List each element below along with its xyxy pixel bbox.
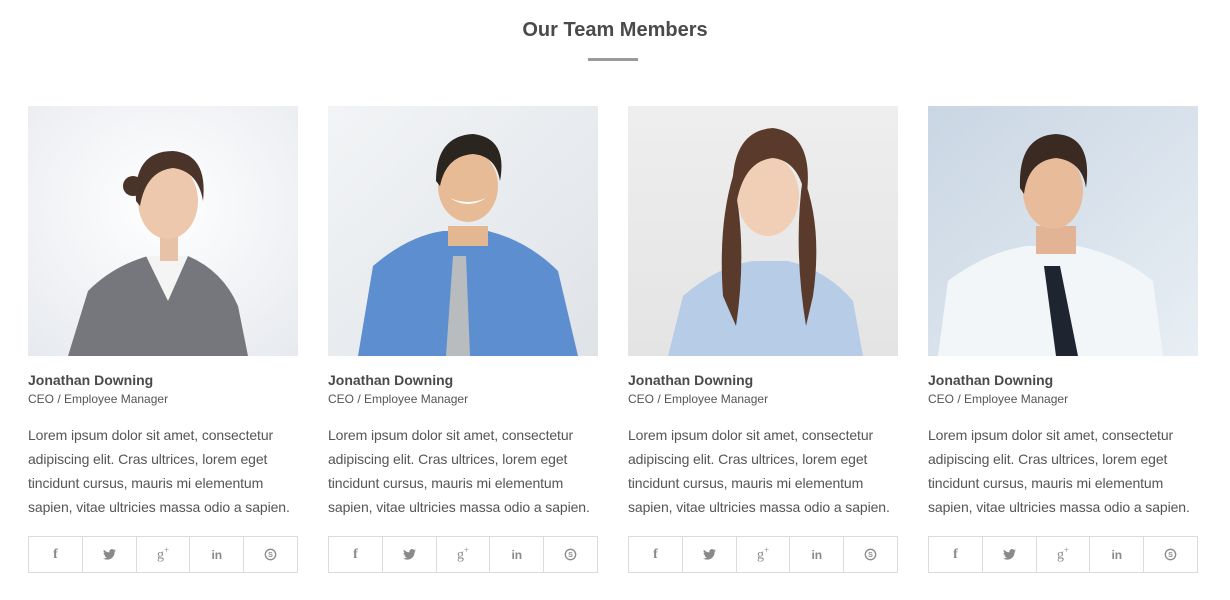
social-links: f g+ in S <box>628 536 898 573</box>
team-member-card: Jonathan Downing CEO / Employee Manager … <box>328 106 598 573</box>
member-bio: Lorem ipsum dolor sit amet, consectetur … <box>328 427 590 515</box>
facebook-icon[interactable]: f <box>329 537 383 572</box>
svg-text:S: S <box>568 551 573 559</box>
facebook-icon[interactable]: f <box>29 537 83 572</box>
member-bio: Lorem ipsum dolor sit amet, consectetur … <box>628 427 890 515</box>
member-name: Jonathan Downing <box>28 372 154 388</box>
section-title: Our Team Members <box>522 19 708 41</box>
google-plus-icon[interactable]: g+ <box>737 537 791 572</box>
team-member-card: Jonathan Downing CEO / Employee Manager … <box>628 106 898 573</box>
team-section: Our Team Members Jonathan Downing CEO / … <box>0 0 1230 600</box>
svg-text:S: S <box>1168 551 1173 559</box>
linkedin-icon[interactable]: in <box>1090 537 1145 572</box>
twitter-icon[interactable] <box>383 537 437 572</box>
member-role: CEO / Employee Manager <box>928 392 1069 406</box>
facebook-icon[interactable]: f <box>629 537 683 572</box>
skype-icon[interactable]: S <box>244 537 297 572</box>
member-bio: Lorem ipsum dolor sit amet, consectetur … <box>928 427 1190 515</box>
member-photo <box>328 106 598 356</box>
member-photo <box>628 106 898 356</box>
social-links: f g+ in S <box>28 536 298 573</box>
skype-icon[interactable]: S <box>1144 537 1197 572</box>
social-links: f g+ in S <box>328 536 598 573</box>
google-plus-icon[interactable]: g+ <box>1037 537 1091 572</box>
member-name: Jonathan Downing <box>628 372 754 388</box>
member-name: Jonathan Downing <box>328 372 454 388</box>
linkedin-icon[interactable]: in <box>190 537 245 572</box>
member-role: CEO / Employee Manager <box>328 392 469 406</box>
skype-icon[interactable]: S <box>544 537 597 572</box>
title-divider <box>588 58 638 61</box>
team-member-card: Jonathan Downing CEO / Employee Manager … <box>28 106 298 573</box>
twitter-icon[interactable] <box>983 537 1037 572</box>
linkedin-icon[interactable]: in <box>490 537 545 572</box>
member-bio: Lorem ipsum dolor sit amet, consectetur … <box>28 427 290 515</box>
linkedin-icon[interactable]: in <box>790 537 845 572</box>
member-photo <box>28 106 298 356</box>
twitter-icon[interactable] <box>83 537 137 572</box>
twitter-icon[interactable] <box>683 537 737 572</box>
member-photo <box>928 106 1198 356</box>
member-name: Jonathan Downing <box>928 372 1054 388</box>
skype-icon[interactable]: S <box>844 537 897 572</box>
social-links: f g+ in S <box>928 536 1198 573</box>
google-plus-icon[interactable]: g+ <box>137 537 191 572</box>
member-role: CEO / Employee Manager <box>28 392 169 406</box>
svg-text:S: S <box>868 551 873 559</box>
facebook-icon[interactable]: f <box>929 537 983 572</box>
member-role: CEO / Employee Manager <box>628 392 769 406</box>
team-member-card: Jonathan Downing CEO / Employee Manager … <box>928 106 1198 573</box>
google-plus-icon[interactable]: g+ <box>437 537 491 572</box>
svg-text:S: S <box>268 551 273 559</box>
